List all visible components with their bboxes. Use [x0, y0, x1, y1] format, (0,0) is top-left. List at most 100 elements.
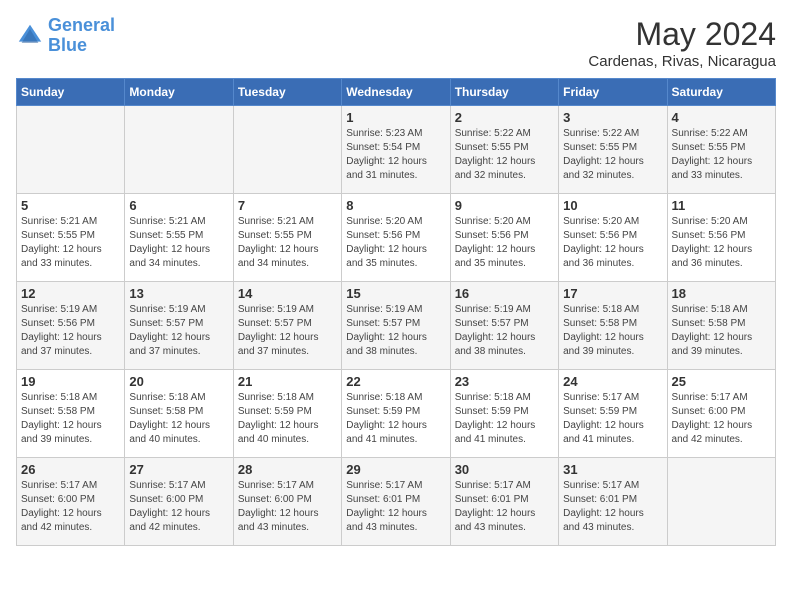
day-number: 7	[238, 198, 337, 213]
day-number: 23	[455, 374, 554, 389]
weekday-header-thursday: Thursday	[450, 79, 558, 106]
logo: General Blue	[16, 16, 115, 56]
calendar-cell: 12 Sunrise: 5:19 AMSunset: 5:56 PMDayligh…	[17, 282, 125, 370]
calendar-cell: 28Sunrise: 5:17 AMSunset: 6:00 PMDayligh…	[233, 458, 341, 546]
calendar-cell: 25 Sunrise: 5:17 AMSunset: 6:00 PMDayligh…	[667, 370, 775, 458]
week-row-5: 26 Sunrise: 5:17 AMSunset: 6:00 PMDayligh…	[17, 458, 776, 546]
day-info: Sunrise: 5:19 AMSunset: 5:57 PMDaylight:…	[129, 303, 228, 359]
calendar-cell: 29Sunrise: 5:17 AMSunset: 6:01 PMDayligh…	[342, 458, 450, 546]
day-info: Sunrise: 5:18 AMSunset: 5:59 PMDaylight:…	[346, 391, 445, 447]
day-number: 18	[672, 286, 771, 301]
calendar-cell	[17, 106, 125, 194]
day-number: 20	[129, 374, 228, 389]
day-number: 24	[563, 374, 662, 389]
day-info: Sunrise: 5:17 AMSunset: 6:00 PMDaylight:…	[129, 479, 228, 535]
day-number: 6	[129, 198, 228, 213]
day-info: Sunrise: 5:21 AMSunset: 5:55 PMDaylight:…	[238, 215, 337, 271]
calendar-cell: 2 Sunrise: 5:22 AMSunset: 5:55 PMDaylight…	[450, 106, 558, 194]
day-info: Sunrise: 5:18 AMSunset: 5:58 PMDaylight:…	[672, 303, 771, 359]
calendar-cell: 22 Sunrise: 5:18 AMSunset: 5:59 PMDayligh…	[342, 370, 450, 458]
day-info: Sunrise: 5:17 AMSunset: 6:01 PMDaylight:…	[455, 479, 554, 535]
day-number: 25	[672, 374, 771, 389]
day-info: Sunrise: 5:17 AMSunset: 5:59 PMDaylight:…	[563, 391, 662, 447]
calendar-cell	[667, 458, 775, 546]
calendar-cell: 6 Sunrise: 5:21 AMSunset: 5:55 PMDaylight…	[125, 194, 233, 282]
day-info: Sunrise: 5:22 AMSunset: 5:55 PMDaylight:…	[455, 127, 554, 183]
weekday-header-sunday: Sunday	[17, 79, 125, 106]
day-number: 30	[455, 462, 554, 477]
calendar-cell: 18 Sunrise: 5:18 AMSunset: 5:58 PMDayligh…	[667, 282, 775, 370]
month-title: May 2024	[588, 16, 776, 53]
calendar-cell: 1Sunrise: 5:23 AMSunset: 5:54 PMDaylight…	[342, 106, 450, 194]
calendar-cell: 11 Sunrise: 5:20 AMSunset: 5:56 PMDayligh…	[667, 194, 775, 282]
page-header: General Blue May 2024 Cardenas, Rivas, N…	[16, 16, 776, 70]
week-row-2: 5Sunrise: 5:21 AMSunset: 5:55 PMDaylight…	[17, 194, 776, 282]
calendar-cell: 7 Sunrise: 5:21 AMSunset: 5:55 PMDaylight…	[233, 194, 341, 282]
calendar-cell: 20 Sunrise: 5:18 AMSunset: 5:58 PMDayligh…	[125, 370, 233, 458]
day-number: 22	[346, 374, 445, 389]
day-number: 15	[346, 286, 445, 301]
day-info: Sunrise: 5:18 AMSunset: 5:58 PMDaylight:…	[563, 303, 662, 359]
weekday-header-friday: Friday	[559, 79, 667, 106]
day-number: 9	[455, 198, 554, 213]
day-info: Sunrise: 5:19 AMSunset: 5:57 PMDaylight:…	[455, 303, 554, 359]
calendar-cell: 13Sunrise: 5:19 AMSunset: 5:57 PMDayligh…	[125, 282, 233, 370]
calendar-cell: 19 Sunrise: 5:18 AMSunset: 5:58 PMDayligh…	[17, 370, 125, 458]
day-info: Sunrise: 5:21 AMSunset: 5:55 PMDaylight:…	[21, 215, 120, 271]
calendar-cell: 9 Sunrise: 5:20 AMSunset: 5:56 PMDaylight…	[450, 194, 558, 282]
day-info: Sunrise: 5:19 AMSunset: 5:56 PMDaylight:…	[21, 303, 120, 359]
calendar-cell: 5Sunrise: 5:21 AMSunset: 5:55 PMDaylight…	[17, 194, 125, 282]
logo-text: General Blue	[48, 16, 115, 56]
day-number: 26	[21, 462, 120, 477]
day-number: 2	[455, 110, 554, 125]
day-info: Sunrise: 5:17 AMSunset: 6:00 PMDaylight:…	[672, 391, 771, 447]
day-number: 31	[563, 462, 662, 477]
day-info: Sunrise: 5:20 AMSunset: 5:56 PMDaylight:…	[672, 215, 771, 271]
day-number: 19	[21, 374, 120, 389]
day-number: 12	[21, 286, 120, 301]
day-number: 29	[346, 462, 445, 477]
day-info: Sunrise: 5:18 AMSunset: 5:58 PMDaylight:…	[129, 391, 228, 447]
calendar-cell: 21 Sunrise: 5:18 AMSunset: 5:59 PMDayligh…	[233, 370, 341, 458]
weekday-header-row: SundayMondayTuesdayWednesdayThursdayFrid…	[17, 79, 776, 106]
day-info: Sunrise: 5:20 AMSunset: 5:56 PMDaylight:…	[455, 215, 554, 271]
day-info: Sunrise: 5:18 AMSunset: 5:58 PMDaylight:…	[21, 391, 120, 447]
logo-icon	[16, 22, 44, 50]
calendar-cell: 10Sunrise: 5:20 AMSunset: 5:56 PMDayligh…	[559, 194, 667, 282]
day-info: Sunrise: 5:18 AMSunset: 5:59 PMDaylight:…	[455, 391, 554, 447]
calendar-cell: 24 Sunrise: 5:17 AMSunset: 5:59 PMDayligh…	[559, 370, 667, 458]
day-number: 4	[672, 110, 771, 125]
calendar-cell: 30 Sunrise: 5:17 AMSunset: 6:01 PMDayligh…	[450, 458, 558, 546]
calendar-cell: 16 Sunrise: 5:19 AMSunset: 5:57 PMDayligh…	[450, 282, 558, 370]
day-number: 3	[563, 110, 662, 125]
day-number: 17	[563, 286, 662, 301]
day-number: 8	[346, 198, 445, 213]
day-number: 10	[563, 198, 662, 213]
day-info: Sunrise: 5:22 AMSunset: 5:55 PMDaylight:…	[563, 127, 662, 183]
day-info: Sunrise: 5:21 AMSunset: 5:55 PMDaylight:…	[129, 215, 228, 271]
day-info: Sunrise: 5:17 AMSunset: 6:00 PMDaylight:…	[21, 479, 120, 535]
calendar-cell: 27Sunrise: 5:17 AMSunset: 6:00 PMDayligh…	[125, 458, 233, 546]
calendar-cell: 23 Sunrise: 5:18 AMSunset: 5:59 PMDayligh…	[450, 370, 558, 458]
weekday-header-tuesday: Tuesday	[233, 79, 341, 106]
day-number: 28	[238, 462, 337, 477]
title-block: May 2024 Cardenas, Rivas, Nicaragua	[588, 16, 776, 70]
day-number: 21	[238, 374, 337, 389]
day-info: Sunrise: 5:19 AMSunset: 5:57 PMDaylight:…	[346, 303, 445, 359]
day-number: 16	[455, 286, 554, 301]
calendar-cell: 31Sunrise: 5:17 AMSunset: 6:01 PMDayligh…	[559, 458, 667, 546]
day-info: Sunrise: 5:23 AMSunset: 5:54 PMDaylight:…	[346, 127, 445, 183]
weekday-header-wednesday: Wednesday	[342, 79, 450, 106]
calendar-cell: 26 Sunrise: 5:17 AMSunset: 6:00 PMDayligh…	[17, 458, 125, 546]
calendar-cell	[125, 106, 233, 194]
logo-general: General	[48, 15, 115, 35]
calendar-cell: 8 Sunrise: 5:20 AMSunset: 5:56 PMDaylight…	[342, 194, 450, 282]
calendar-cell	[233, 106, 341, 194]
calendar-cell: 3 Sunrise: 5:22 AMSunset: 5:55 PMDaylight…	[559, 106, 667, 194]
calendar-cell: 15 Sunrise: 5:19 AMSunset: 5:57 PMDayligh…	[342, 282, 450, 370]
day-number: 11	[672, 198, 771, 213]
week-row-1: 1Sunrise: 5:23 AMSunset: 5:54 PMDaylight…	[17, 106, 776, 194]
week-row-3: 12 Sunrise: 5:19 AMSunset: 5:56 PMDayligh…	[17, 282, 776, 370]
day-info: Sunrise: 5:20 AMSunset: 5:56 PMDaylight:…	[346, 215, 445, 271]
day-info: Sunrise: 5:18 AMSunset: 5:59 PMDaylight:…	[238, 391, 337, 447]
